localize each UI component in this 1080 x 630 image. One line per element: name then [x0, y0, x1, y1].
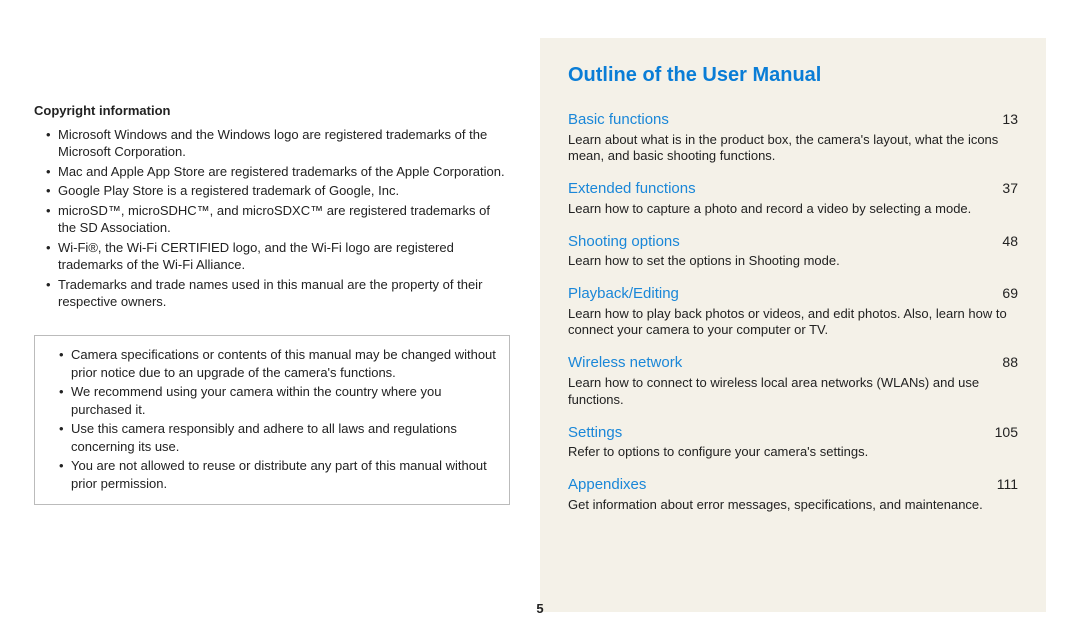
outline-title: Outline of the User Manual — [568, 62, 1018, 88]
outline-item: Shooting options 48 Learn how to set the… — [568, 232, 1018, 270]
outline-panel: Outline of the User Manual Basic functio… — [540, 38, 1046, 612]
outline-item-page: 111 — [997, 475, 1018, 493]
copyright-item: Microsoft Windows and the Windows logo a… — [48, 126, 510, 161]
outline-item-name: Appendixes — [568, 475, 646, 495]
outline-item-page: 105 — [995, 423, 1018, 441]
manual-page: Copyright information Microsoft Windows … — [0, 0, 1080, 630]
notice-item: You are not allowed to reuse or distribu… — [61, 457, 497, 492]
notice-item: We recommend using your camera within th… — [61, 383, 497, 418]
outline-item: Basic functions 13 Learn about what is i… — [568, 110, 1018, 165]
outline-item: Wireless network 88 Learn how to connect… — [568, 353, 1018, 408]
outline-item: Extended functions 37 Learn how to captu… — [568, 179, 1018, 217]
notice-item: Camera specifications or contents of thi… — [61, 346, 497, 381]
copyright-item: Google Play Store is a registered tradem… — [48, 182, 510, 200]
page-number: 5 — [0, 601, 1080, 616]
outline-item-page: 37 — [1002, 179, 1018, 197]
notice-list: Camera specifications or contents of thi… — [47, 346, 497, 492]
notice-item: Use this camera responsibly and adhere t… — [61, 420, 497, 455]
copyright-item: Trademarks and trade names used in this … — [48, 276, 510, 311]
outline-item-name: Basic functions — [568, 110, 669, 130]
outline-item-desc: Learn about what is in the product box, … — [568, 132, 1018, 166]
outline-item-page: 88 — [1002, 353, 1018, 371]
copyright-item: Mac and Apple App Store are registered t… — [48, 163, 510, 181]
outline-item: Settings 105 Refer to options to configu… — [568, 423, 1018, 461]
outline-item-desc: Learn how to capture a photo and record … — [568, 201, 1018, 218]
copyright-item: microSD™, microSDHC™, and microSDXC™ are… — [48, 202, 510, 237]
outline-item-desc: Get information about error messages, sp… — [568, 497, 1018, 514]
outline-item-name: Settings — [568, 423, 622, 443]
outline-item-name: Playback/Editing — [568, 284, 679, 304]
outline-item-name: Wireless network — [568, 353, 682, 373]
copyright-item: Wi-Fi®, the Wi-Fi CERTIFIED logo, and th… — [48, 239, 510, 274]
outline-item-page: 48 — [1002, 232, 1018, 250]
notice-box: Camera specifications or contents of thi… — [34, 335, 510, 505]
left-column: Copyright information Microsoft Windows … — [34, 38, 540, 612]
outline-item: Appendixes 111 Get information about err… — [568, 475, 1018, 513]
outline-item-page: 69 — [1002, 284, 1018, 302]
outline-item-desc: Learn how to set the options in Shooting… — [568, 253, 1018, 270]
outline-item: Playback/Editing 69 Learn how to play ba… — [568, 284, 1018, 339]
outline-item-page: 13 — [1002, 110, 1018, 128]
outline-item-name: Shooting options — [568, 232, 680, 252]
outline-item-desc: Refer to options to configure your camer… — [568, 444, 1018, 461]
outline-item-name: Extended functions — [568, 179, 696, 199]
outline-item-desc: Learn how to connect to wireless local a… — [568, 375, 1018, 409]
copyright-list: Microsoft Windows and the Windows logo a… — [34, 126, 510, 311]
outline-item-desc: Learn how to play back photos or videos,… — [568, 306, 1018, 340]
copyright-heading: Copyright information — [34, 102, 510, 120]
